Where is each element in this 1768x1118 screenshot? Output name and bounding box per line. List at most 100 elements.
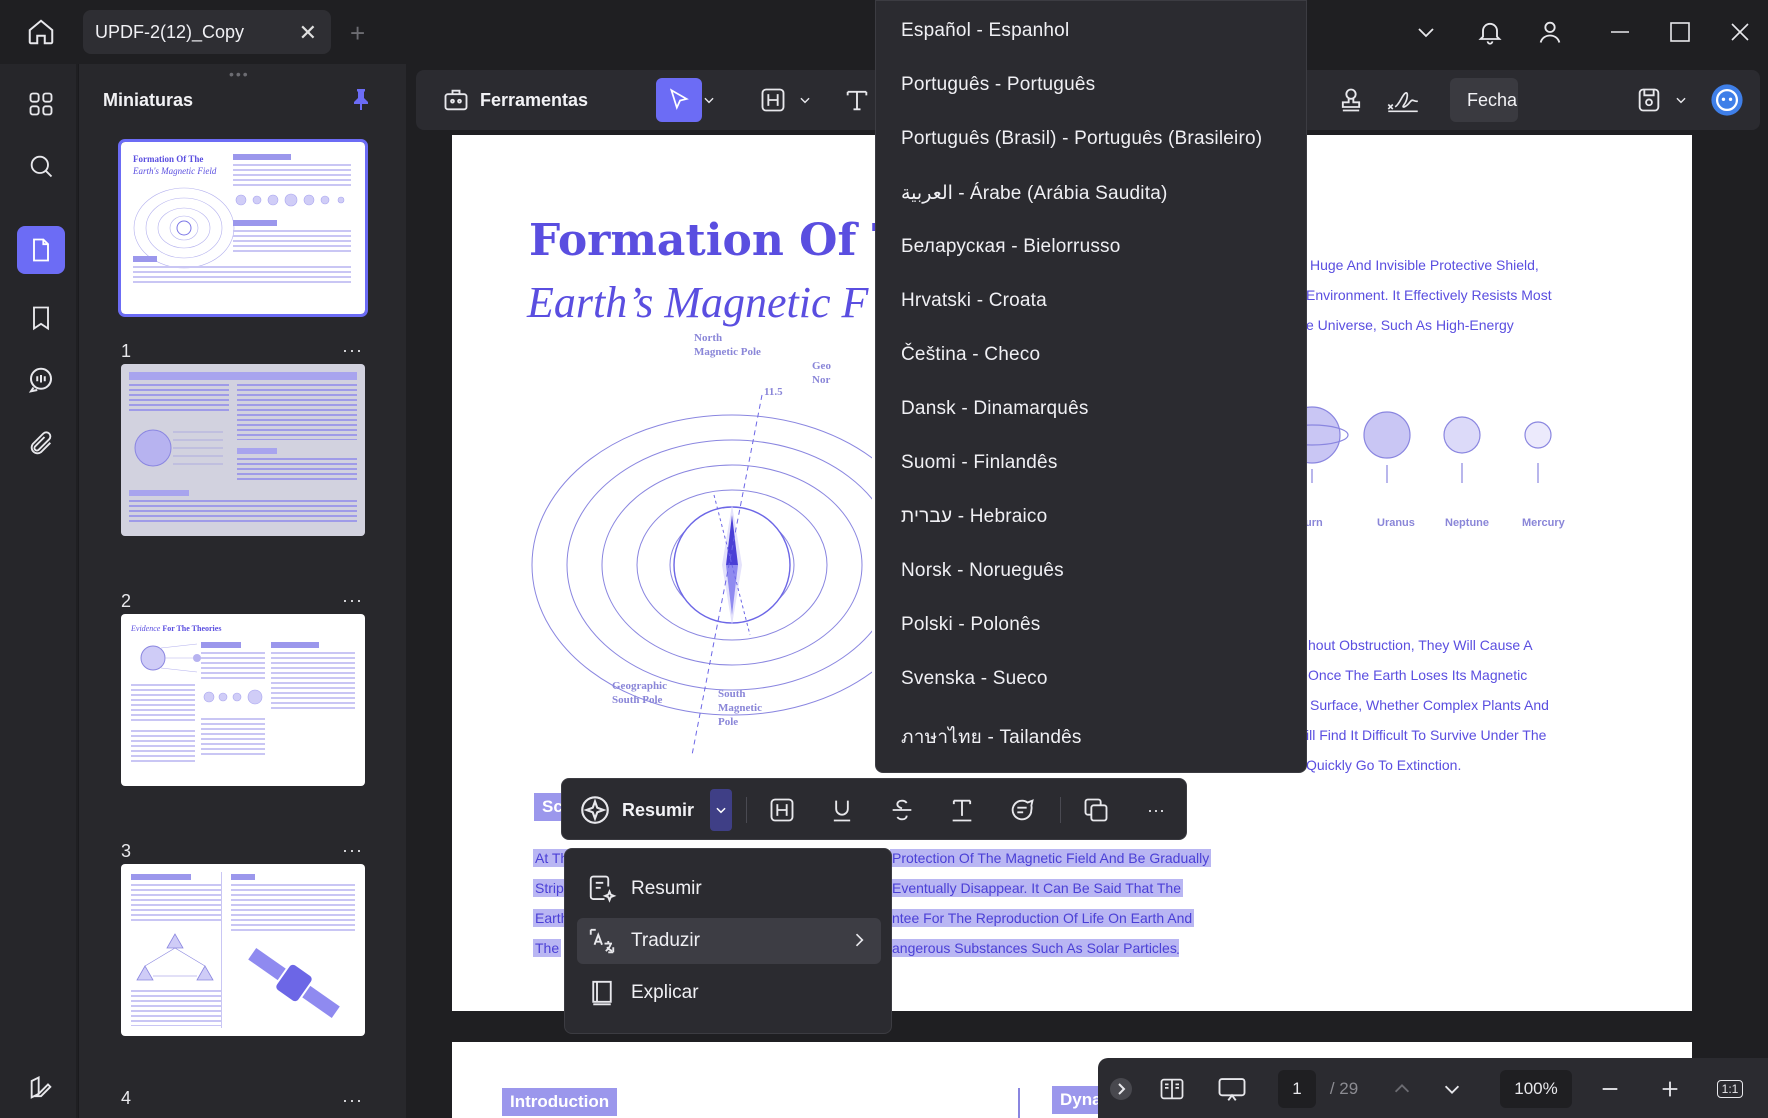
highlight-tool[interactable]	[750, 78, 796, 122]
strikethrough-button[interactable]	[882, 791, 922, 829]
more-options-button[interactable]: ···	[1136, 791, 1176, 829]
selected-text-line[interactable]: ntee For The Reproduction Of Life On Ear…	[890, 909, 1195, 927]
selected-text-line[interactable]: The	[533, 939, 562, 957]
presentation-button[interactable]	[1210, 1070, 1254, 1108]
thumb-heading: Formation Of The	[133, 154, 204, 164]
save-dropdown[interactable]	[1670, 78, 1692, 122]
language-option[interactable]: Hrvatski - Croata	[901, 290, 1047, 312]
body-text-line: .	[1176, 941, 1180, 957]
tools-button[interactable]: Ferramentas	[430, 78, 600, 122]
close-tools-button[interactable]: Fechar	[1450, 78, 1518, 122]
ai-assistant-button[interactable]	[1704, 78, 1750, 122]
minimize-button[interactable]	[1608, 14, 1632, 50]
magnetic-field-diagram	[531, 394, 872, 756]
underline-button[interactable]	[822, 791, 862, 829]
language-option[interactable]: Suomi - Finlandês	[901, 452, 1058, 474]
text-tool[interactable]	[834, 78, 880, 122]
panel-resize-handle[interactable]: •••	[229, 66, 250, 82]
comment-button[interactable]	[1002, 791, 1042, 829]
language-option[interactable]: العربية - Árabe (Arábia Saudita)	[901, 182, 1168, 205]
menu-item-label: Traduzir	[631, 930, 700, 951]
language-option[interactable]: עברית - Hebraico	[901, 506, 1047, 528]
save-button[interactable]	[1626, 78, 1672, 122]
status-bar: 1 / 29 100% 1:1	[1098, 1058, 1768, 1118]
language-option[interactable]: Norsk - Norueguês	[901, 560, 1064, 582]
thumb-more-button[interactable]: ···	[342, 590, 363, 611]
menu-item-resumir[interactable]: Resumir	[577, 866, 881, 912]
language-option[interactable]: Беларуская - Bielorrusso	[901, 236, 1121, 258]
text-annotation-button[interactable]	[942, 791, 982, 829]
tabs-dropdown-button[interactable]	[1414, 14, 1438, 50]
maximize-button[interactable]	[1668, 14, 1692, 50]
language-option[interactable]: ภาษาไทย - Tailandês	[901, 722, 1082, 752]
ai-summarize-button[interactable]: Resumir	[578, 789, 694, 831]
next-page-button[interactable]	[1432, 1070, 1472, 1108]
selection-toolbar: Resumir ···	[561, 778, 1187, 840]
language-option[interactable]: Português (Brasil) - Português (Brasilei…	[901, 128, 1262, 150]
current-page-input[interactable]: 1	[1278, 1070, 1316, 1108]
ai-options-dropdown[interactable]	[710, 789, 732, 831]
thumbnails-title: Miniaturas	[103, 90, 194, 110]
rail-bookmarks[interactable]	[17, 294, 65, 342]
language-option[interactable]: Português - Português	[901, 74, 1095, 96]
copy-button[interactable]	[1076, 791, 1116, 829]
highlight-tool-dropdown[interactable]	[794, 78, 816, 122]
pin-icon[interactable]	[349, 86, 373, 112]
rail-pages[interactable]	[17, 226, 65, 274]
chevron-down-icon	[798, 93, 812, 107]
menu-item-traduzir[interactable]: Traduzir	[577, 918, 881, 964]
document-tab[interactable]: UPDF-2(12)_Copy ✕	[83, 10, 331, 54]
highlight-text-button[interactable]	[762, 791, 802, 829]
previous-page-button[interactable]	[1382, 1070, 1422, 1108]
collapse-statusbar-button[interactable]	[1108, 1070, 1134, 1108]
chevron-right-icon	[849, 930, 869, 950]
page-thumbnail-1[interactable]: Formation Of The Earth's Magnetic Field	[118, 139, 368, 317]
signature-tool[interactable]	[1380, 78, 1426, 122]
thumb-heading: Evidence For The Theories	[131, 624, 222, 633]
menu-item-label: Resumir	[631, 878, 702, 899]
language-option[interactable]: Dansk - Dinamarquês	[901, 398, 1089, 420]
stamp-tool[interactable]	[1328, 78, 1374, 122]
thumb-more-button[interactable]: ···	[342, 340, 363, 361]
page-layout-button[interactable]	[1150, 1070, 1194, 1108]
rail-comments[interactable]	[17, 356, 65, 404]
rail-layers[interactable]	[17, 1064, 65, 1112]
close-tab-icon[interactable]: ✕	[299, 20, 317, 46]
account-button[interactable]	[1536, 14, 1564, 50]
planet-label: urn	[1305, 517, 1323, 529]
language-option[interactable]: Español - Espanhol	[901, 20, 1069, 42]
document-tab-title: UPDF-2(12)_Copy	[95, 21, 245, 42]
selected-text-line[interactable]: angerous Substances Such As Solar Partic…	[890, 939, 1179, 957]
page-thumbnail-2[interactable]	[121, 364, 365, 536]
actual-size-button[interactable]: 1:1	[1710, 1070, 1750, 1108]
thumb-satellite-image	[248, 948, 340, 1018]
selected-text-line[interactable]: Strip	[533, 879, 566, 897]
home-button[interactable]	[18, 14, 64, 50]
translate-language-menu: Español - Espanhol Português - Português…	[875, 0, 1307, 773]
selected-text-line[interactable]: Eventually Disappear. It Can Be Said Tha…	[890, 879, 1183, 897]
chevron-up-icon	[1391, 1078, 1413, 1100]
actual-size-label: 1:1	[1716, 1080, 1744, 1098]
select-tool-dropdown[interactable]	[698, 78, 720, 122]
zoom-out-button[interactable]	[1590, 1070, 1630, 1108]
select-tool[interactable]	[656, 78, 702, 122]
language-option[interactable]: Polski - Polonês	[901, 614, 1040, 636]
language-option[interactable]: Čeština - Checo	[901, 344, 1040, 366]
signature-icon	[1386, 86, 1420, 114]
menu-item-explicar[interactable]: Explicar	[577, 970, 881, 1016]
page-thumbnail-3[interactable]: Evidence For The Theories	[121, 614, 365, 786]
rail-search[interactable]	[17, 142, 65, 190]
zoom-level[interactable]: 100%	[1500, 1070, 1572, 1108]
rail-attachments[interactable]	[17, 420, 65, 468]
selected-text-line[interactable]: Protection Of The Magnetic Field And Be …	[890, 849, 1212, 867]
close-window-button[interactable]	[1728, 14, 1752, 50]
page-thumbnail-4[interactable]	[121, 864, 365, 1036]
notification-button[interactable]	[1476, 14, 1504, 50]
search-icon	[27, 152, 55, 180]
language-option[interactable]: Svenska - Sueco	[901, 668, 1048, 690]
thumb-more-button[interactable]: ···	[342, 1090, 363, 1111]
zoom-in-button[interactable]	[1650, 1070, 1690, 1108]
thumb-more-button[interactable]: ···	[342, 840, 363, 861]
rail-thumbnails-grid[interactable]	[17, 80, 65, 128]
new-tab-button[interactable]: +	[350, 18, 365, 49]
